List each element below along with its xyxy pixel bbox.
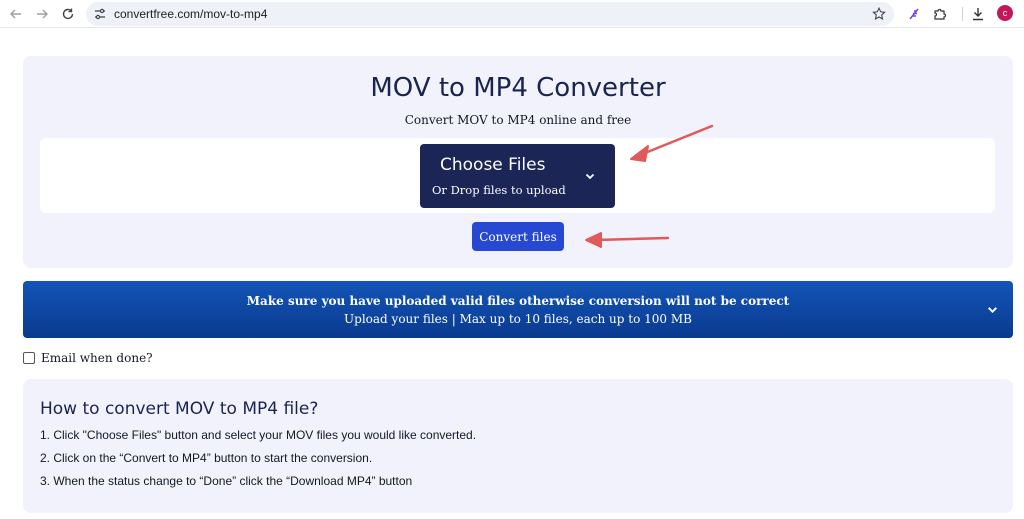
page-subtitle: Convert MOV to MP4 online and free xyxy=(404,113,632,127)
convert-files-button[interactable]: Convert files xyxy=(472,222,564,251)
upload-info-banner: Make sure you have uploaded valid files … xyxy=(23,281,1013,338)
how-to-step: 3. When the status change to “Done” clic… xyxy=(40,474,413,488)
how-to-step: 1. Click "Choose Files" button and selec… xyxy=(40,428,477,442)
arrow-left-icon xyxy=(10,9,21,19)
browser-toolbar: convertfree.com/mov-to-mp4 c xyxy=(0,0,1024,28)
how-to-title: How to convert MOV to MP4 file? xyxy=(40,399,319,419)
chevron-down-icon[interactable] xyxy=(584,170,596,182)
extension-button[interactable] xyxy=(905,5,923,23)
puzzle-icon xyxy=(934,8,947,20)
address-bar[interactable]: convertfree.com/mov-to-mp4 xyxy=(86,2,894,26)
url-text: convertfree.com/mov-to-mp4 xyxy=(114,7,268,21)
profile-avatar[interactable]: c xyxy=(997,5,1013,21)
bookmark-star-icon[interactable] xyxy=(872,7,886,21)
chevron-down-icon[interactable] xyxy=(986,303,999,316)
forward-button[interactable] xyxy=(32,4,52,24)
feather-extension-icon xyxy=(909,8,919,20)
banner-warning-text: Make sure you have uploaded valid files … xyxy=(246,294,790,308)
how-to-step: 2. Click on the “Convert to MP4” button … xyxy=(40,451,373,465)
banner-limits-text: Upload your files | Max up to 10 files, … xyxy=(344,312,692,326)
email-when-done-option[interactable]: Email when done? xyxy=(23,351,153,365)
reload-button[interactable] xyxy=(58,4,78,24)
arrow-right-icon xyxy=(37,9,48,19)
how-to-section: How to convert MOV to MP4 file? 1. Click… xyxy=(23,379,1013,513)
choose-files-button[interactable]: Choose Files Or Drop files to upload xyxy=(420,144,615,208)
download-icon xyxy=(973,8,983,21)
email-when-done-label: Email when done? xyxy=(41,351,153,365)
site-settings-icon[interactable] xyxy=(93,7,107,21)
drop-files-label: Or Drop files to upload xyxy=(432,183,566,197)
email-when-done-checkbox[interactable] xyxy=(23,352,35,364)
choose-files-label: Choose Files xyxy=(440,155,546,175)
toolbar-divider xyxy=(962,7,963,21)
downloads-button[interactable] xyxy=(969,5,987,23)
page-title: MOV to MP4 Converter xyxy=(370,73,666,103)
converter-panel: MOV to MP4 Converter Convert MOV to MP4 … xyxy=(23,56,1013,268)
reload-icon xyxy=(62,8,74,20)
extensions-menu-button[interactable] xyxy=(931,5,949,23)
upload-dropzone[interactable]: Choose Files Or Drop files to upload xyxy=(40,138,995,213)
back-button[interactable] xyxy=(6,4,26,24)
